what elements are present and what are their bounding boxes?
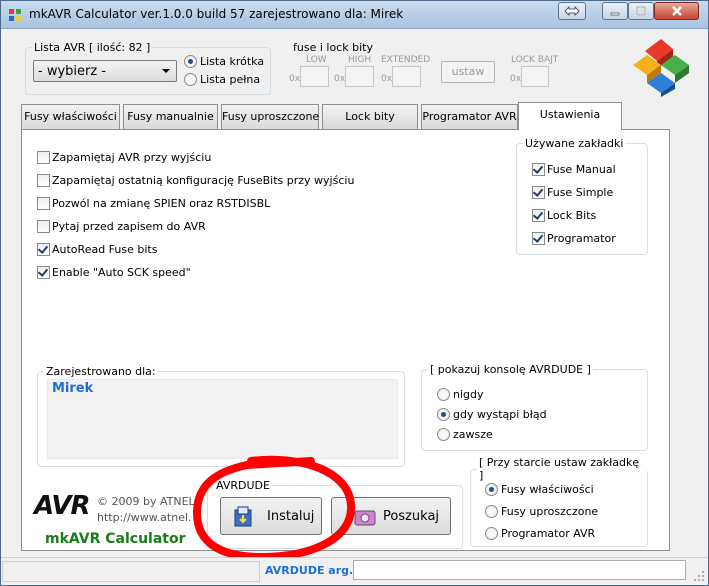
avr-select-value: - wybierz - (38, 64, 107, 79)
used-tab-checkbox[interactable] (532, 232, 545, 245)
option-checkbox[interactable] (37, 266, 50, 279)
minimize-icon (610, 12, 620, 16)
console-legend: [ pokazuj konsolę AVRDUDE ] (430, 363, 591, 376)
website-text: http://www.atnel. (97, 511, 192, 524)
option-checkbox[interactable] (37, 220, 50, 233)
set-fuses-button[interactable]: ustaw (441, 61, 495, 83)
swap-arrows-icon (564, 6, 580, 16)
fuse-lock-title: fuse i lock bity (293, 41, 373, 54)
app-brand-name: mkAVR Calculator (45, 531, 186, 547)
high-label: HIGH (348, 55, 372, 65)
console-radio-label: zawsze (453, 428, 493, 441)
tab-fuse-simple[interactable]: Fusy uproszczone (221, 104, 319, 129)
registered-name-box: Mirek (47, 379, 398, 459)
high-fuse-input[interactable] (345, 66, 374, 87)
console-radio[interactable] (437, 408, 450, 421)
startup-radio-label: Fusy właściwości (501, 483, 594, 496)
used-tab-checkbox[interactable] (532, 163, 545, 176)
option-label: Pytaj przed zapisem do AVR (52, 220, 206, 233)
used-tabs-legend: Używane zakładki (525, 137, 624, 150)
status-bar: AVRDUDE arg. (1, 557, 708, 585)
option-label: Enable "Auto SCK speed" (52, 266, 191, 279)
option-checkbox[interactable] (37, 197, 50, 210)
startup-radio-label: Fusy uproszczone (501, 505, 599, 518)
used-tab-checkbox[interactable] (532, 186, 545, 199)
console-radio-label: gdy wystąpi błąd (453, 408, 547, 421)
startup-legend: [ Przy starcie ustaw zakładkę ] (479, 456, 640, 482)
red-highlight-annotation (192, 455, 356, 562)
tab-fuse-properties[interactable]: Fusy właściwości (21, 104, 120, 129)
option-label: AutoRead Fuse bits (52, 243, 158, 256)
extended-prefix: 0x (381, 74, 393, 84)
avr-logo: AVR (34, 491, 90, 521)
tab-lock-bits[interactable]: Lock bity (322, 104, 418, 129)
startup-radio[interactable] (485, 505, 498, 518)
console-radio[interactable] (437, 428, 450, 441)
lock-byte-input[interactable] (521, 66, 549, 87)
radio-full-label: Lista pełna (200, 73, 261, 86)
avrdude-args-label: AVRDUDE arg. (265, 564, 354, 577)
low-fuse-input[interactable] (300, 66, 329, 87)
used-tab-label: Lock Bits (547, 209, 597, 222)
avrdude-args-input[interactable] (353, 560, 686, 580)
avr-select[interactable]: - wybierz - (33, 60, 177, 82)
window-title: mkAVR Calculator ver.1.0.0 build 57 zare… (29, 7, 404, 21)
lock-prefix: 0x (510, 74, 522, 84)
app-icon (9, 9, 21, 21)
used-tab-label: Fuse Manual (547, 163, 616, 176)
console-radio-label: nigdy (453, 388, 484, 401)
tab-settings[interactable]: Ustawienia (518, 102, 622, 130)
radio-full-list[interactable] (184, 73, 197, 86)
close-icon (671, 6, 682, 16)
registered-legend: Zarejestrowano dla: (46, 365, 156, 378)
radio-short-label: Lista krótka (200, 55, 265, 68)
option-checkbox[interactable] (37, 174, 50, 187)
maximize-button[interactable] (628, 2, 654, 20)
option-checkbox[interactable] (37, 151, 50, 164)
search-label: Poszukaj (383, 509, 440, 524)
tab-programmer[interactable]: Programator AVR (421, 104, 518, 129)
restore-button[interactable] (558, 2, 586, 20)
used-tab-label: Fuse Simple (547, 186, 614, 199)
minimize-button[interactable] (602, 2, 628, 20)
app-logo-icon (633, 39, 689, 97)
startup-radio-label: Programator AVR (501, 527, 596, 540)
extended-label: EXTENDED (381, 55, 431, 65)
high-prefix: 0x (334, 74, 346, 84)
registered-name: Mirek (52, 381, 94, 396)
console-radio[interactable] (437, 388, 450, 401)
option-label: Pozwól na zmianę SPIEN oraz RSTDISBL (52, 197, 271, 210)
tab-fuse-manual[interactable]: Fusy manualnie (123, 104, 218, 129)
chevron-down-icon (162, 69, 170, 73)
low-prefix: 0x (289, 74, 301, 84)
radio-short-list[interactable] (184, 55, 197, 68)
used-tab-checkbox[interactable] (532, 209, 545, 222)
option-checkbox[interactable] (37, 243, 50, 256)
startup-radio[interactable] (485, 483, 498, 496)
resize-grip-icon[interactable] (693, 570, 705, 582)
option-label: Zapamiętaj ostatnią konfigurację FuseBit… (52, 174, 355, 187)
option-label: Zapamiętaj AVR przy wyjściu (52, 151, 212, 164)
avr-list-legend: Lista AVR [ ilość: 82 ] (34, 41, 151, 54)
app-window: mkAVR Calculator ver.1.0.0 build 57 zare… (0, 0, 709, 586)
lock-byte-label: LOCK BAJT (511, 55, 559, 65)
used-tab-label: Programator (547, 232, 616, 245)
status-cell (2, 561, 260, 582)
maximize-icon (636, 6, 646, 16)
extended-fuse-input[interactable] (392, 66, 421, 87)
title-bar: mkAVR Calculator ver.1.0.0 build 57 zare… (1, 1, 708, 29)
close-button[interactable] (654, 2, 699, 20)
low-label: LOW (306, 55, 327, 65)
copyright-text: © 2009 by ATNEL (97, 495, 195, 508)
startup-radio[interactable] (485, 527, 498, 540)
